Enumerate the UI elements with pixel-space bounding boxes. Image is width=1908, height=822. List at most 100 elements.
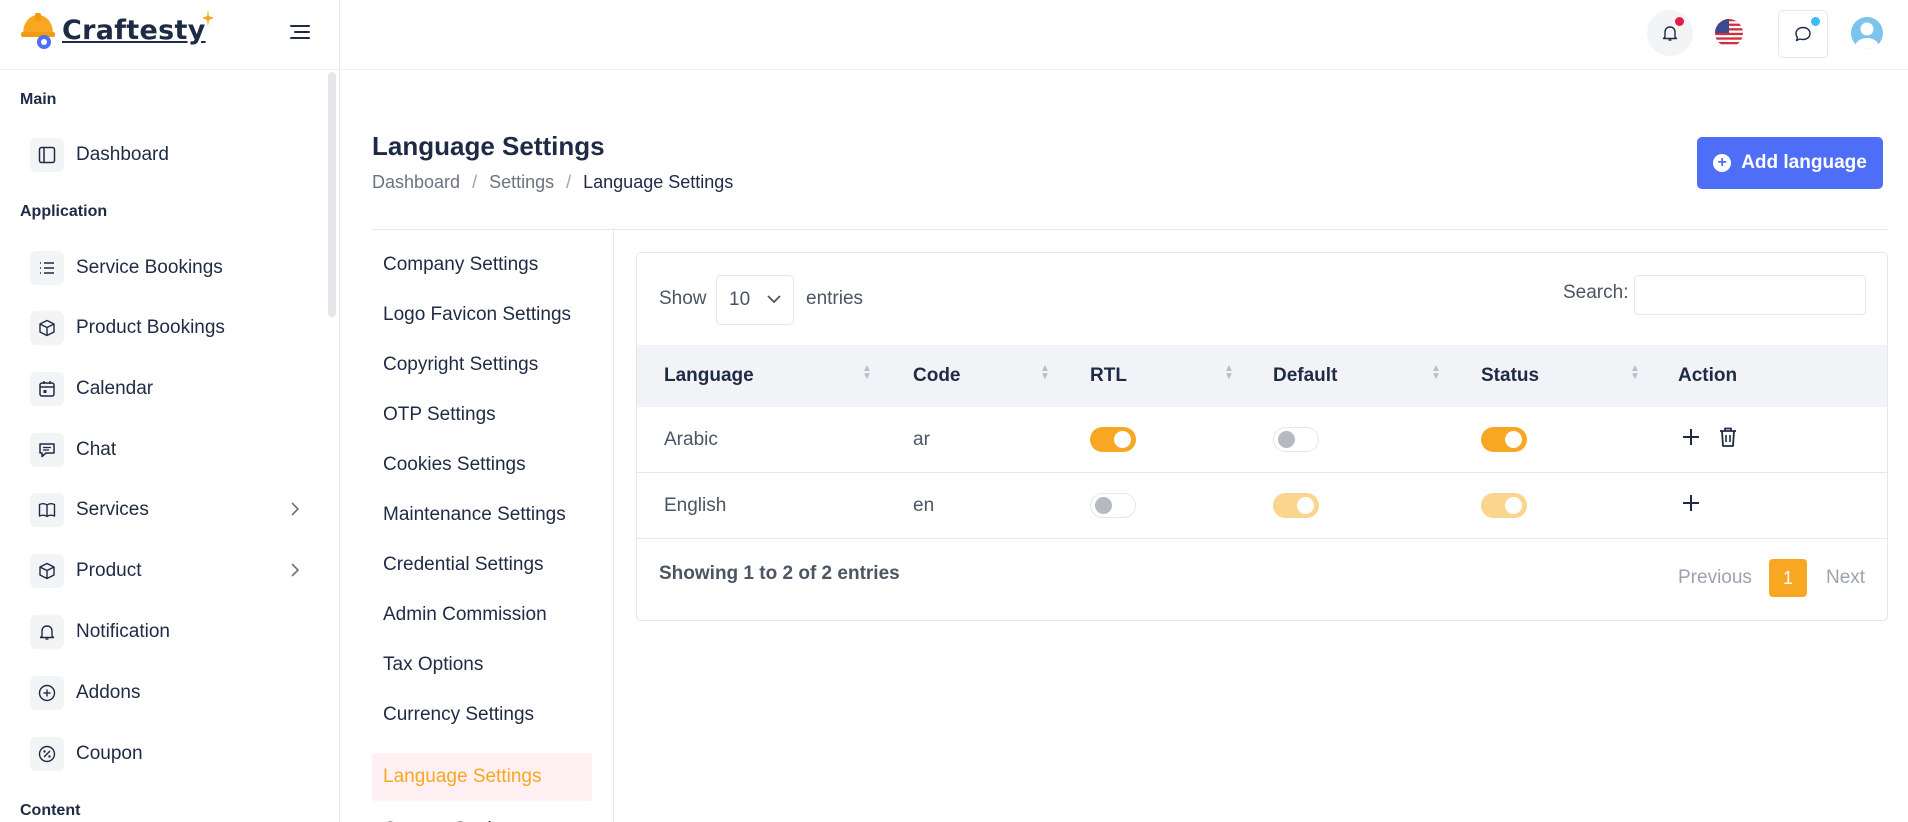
- column-language[interactable]: Language: [664, 365, 754, 387]
- toggle-knob: [1297, 497, 1314, 514]
- menu-toggle-icon[interactable]: [290, 24, 310, 40]
- bell-icon: [30, 615, 64, 649]
- pagination-page-1[interactable]: 1: [1769, 559, 1807, 597]
- search-label: Search:: [1563, 282, 1629, 303]
- sidebar-item-chat[interactable]: Chat: [30, 430, 310, 470]
- table-row: English en: [637, 473, 1887, 539]
- sidebar-item-product[interactable]: Product: [30, 551, 310, 591]
- submenu-currency-settings[interactable]: Currency Settings: [372, 691, 592, 739]
- entries-label: entries: [806, 288, 864, 309]
- submenu-otp-settings[interactable]: OTP Settings: [372, 391, 592, 439]
- sidebar-item-dashboard[interactable]: Dashboard: [30, 135, 310, 175]
- toggle-knob: [1505, 431, 1522, 448]
- box-icon: [30, 311, 64, 345]
- column-code[interactable]: Code: [913, 365, 961, 387]
- column-default[interactable]: Default: [1273, 365, 1337, 387]
- sidebar-item-label: Dashboard: [76, 144, 169, 165]
- default-toggle[interactable]: [1273, 493, 1319, 518]
- notification-button[interactable]: [1647, 10, 1693, 56]
- submenu-admin-commission[interactable]: Admin Commission: [372, 591, 592, 639]
- toggle-knob: [1095, 497, 1112, 514]
- chevron-right-icon: [291, 502, 300, 516]
- submenu-company-settings[interactable]: Company Settings: [372, 241, 592, 289]
- breadcrumb-dashboard[interactable]: Dashboard: [372, 172, 460, 193]
- submenu-custom-settings[interactable]: Custom Settings: [372, 806, 592, 822]
- settings-submenu: Company Settings Logo Favicon Settings C…: [372, 230, 614, 822]
- search-input[interactable]: [1634, 275, 1866, 315]
- percent-icon: [30, 737, 64, 771]
- breadcrumb-separator: /: [472, 172, 478, 192]
- languages-table-card: Show 10 entries Search: Language ▲ ▼ Code…: [636, 252, 1888, 621]
- sidebar-scrollbar[interactable]: [328, 72, 336, 317]
- toggle-knob: [1114, 431, 1131, 448]
- sparkle-icon: [201, 10, 214, 26]
- trash-icon[interactable]: [1715, 424, 1741, 450]
- column-rtl[interactable]: RTL: [1090, 365, 1127, 387]
- avatar[interactable]: [1844, 10, 1890, 56]
- breadcrumb-current: Language Settings: [583, 172, 734, 192]
- brand-logo[interactable]: Craftesty: [20, 10, 214, 50]
- messages-button[interactable]: [1778, 10, 1828, 58]
- us-flag-icon: [1715, 19, 1743, 47]
- page-title: Language Settings: [372, 131, 605, 161]
- show-label: Show: [659, 288, 707, 309]
- status-toggle[interactable]: [1481, 427, 1527, 452]
- sidebar-item-notification[interactable]: Notification: [30, 612, 310, 652]
- sidebar-item-label: Notification: [76, 621, 170, 642]
- submenu-logo-favicon-settings[interactable]: Logo Favicon Settings: [372, 291, 592, 339]
- submenu-cookies-settings[interactable]: Cookies Settings: [372, 441, 592, 489]
- page-size-select[interactable]: 10: [716, 275, 794, 325]
- sort-icon[interactable]: ▲ ▼: [1630, 364, 1640, 382]
- sidebar-item-label: Calendar: [76, 378, 154, 399]
- cell-language: English: [664, 495, 727, 516]
- chat-icon: [30, 433, 64, 467]
- sort-icon[interactable]: ▲ ▼: [862, 364, 872, 382]
- pagination-next[interactable]: Next: [1826, 567, 1865, 589]
- cell-code: ar: [913, 429, 930, 450]
- pagination-previous[interactable]: Previous: [1678, 567, 1752, 589]
- list-icon: [30, 251, 64, 285]
- toggle-knob: [1278, 431, 1295, 448]
- sidebar-item-product-bookings[interactable]: Product Bookings: [30, 308, 310, 348]
- sidebar-item-calendar[interactable]: Calendar: [30, 369, 310, 409]
- submenu-copyright-settings[interactable]: Copyright Settings: [372, 341, 592, 389]
- plus-circle-icon: +: [1713, 154, 1732, 172]
- add-icon[interactable]: [1678, 424, 1704, 450]
- sidebar-item-label: Chat: [76, 439, 117, 460]
- submenu-credential-settings[interactable]: Credential Settings: [372, 541, 592, 589]
- submenu-tax-options[interactable]: Tax Options: [372, 641, 592, 689]
- rtl-toggle[interactable]: [1090, 427, 1136, 452]
- sidebar-item-label: Service Bookings: [76, 257, 223, 278]
- sidebar-item-services[interactable]: Services: [30, 490, 310, 530]
- section-title-content: Content: [20, 802, 81, 819]
- sidebar-item-addons[interactable]: Addons: [30, 673, 310, 713]
- sort-icon[interactable]: ▲ ▼: [1431, 364, 1441, 382]
- sidebar-item-label: Coupon: [76, 743, 143, 764]
- sidebar-item-label: Addons: [76, 682, 141, 703]
- sidebar-item-coupon[interactable]: Coupon: [30, 734, 310, 774]
- default-toggle[interactable]: [1273, 427, 1319, 452]
- column-status[interactable]: Status: [1481, 365, 1539, 387]
- box-icon: [30, 554, 64, 588]
- book-icon: [30, 493, 64, 527]
- table-row: Arabic ar: [637, 407, 1887, 473]
- sidebar: Craftesty Main Dashboard Application Ser…: [0, 0, 340, 822]
- submenu-maintenance-settings[interactable]: Maintenance Settings: [372, 491, 592, 539]
- language-flag-button[interactable]: [1706, 10, 1752, 56]
- sort-icon[interactable]: ▲ ▼: [1224, 364, 1234, 382]
- status-toggle[interactable]: [1481, 493, 1527, 518]
- breadcrumb-settings[interactable]: Settings: [489, 172, 554, 193]
- rtl-toggle[interactable]: [1090, 493, 1136, 518]
- breadcrumb: Dashboard / Settings / Language Settings: [372, 172, 733, 193]
- add-icon[interactable]: [1678, 490, 1704, 516]
- submenu-language-settings[interactable]: Language Settings: [372, 753, 592, 801]
- cell-language: Arabic: [664, 429, 718, 450]
- section-title-application: Application: [20, 203, 108, 220]
- logo-area: Craftesty: [0, 0, 339, 70]
- add-language-button[interactable]: + Add language: [1697, 137, 1883, 189]
- sort-icon[interactable]: ▲ ▼: [1040, 364, 1050, 382]
- sidebar-item-label: Product Bookings: [76, 317, 225, 338]
- table-header: Language ▲ ▼ Code ▲ ▼ RTL ▲ ▼ Default ▲ ▼ St…: [637, 345, 1887, 407]
- topbar: [341, 0, 1908, 70]
- sidebar-item-service-bookings[interactable]: Service Bookings: [30, 248, 310, 288]
